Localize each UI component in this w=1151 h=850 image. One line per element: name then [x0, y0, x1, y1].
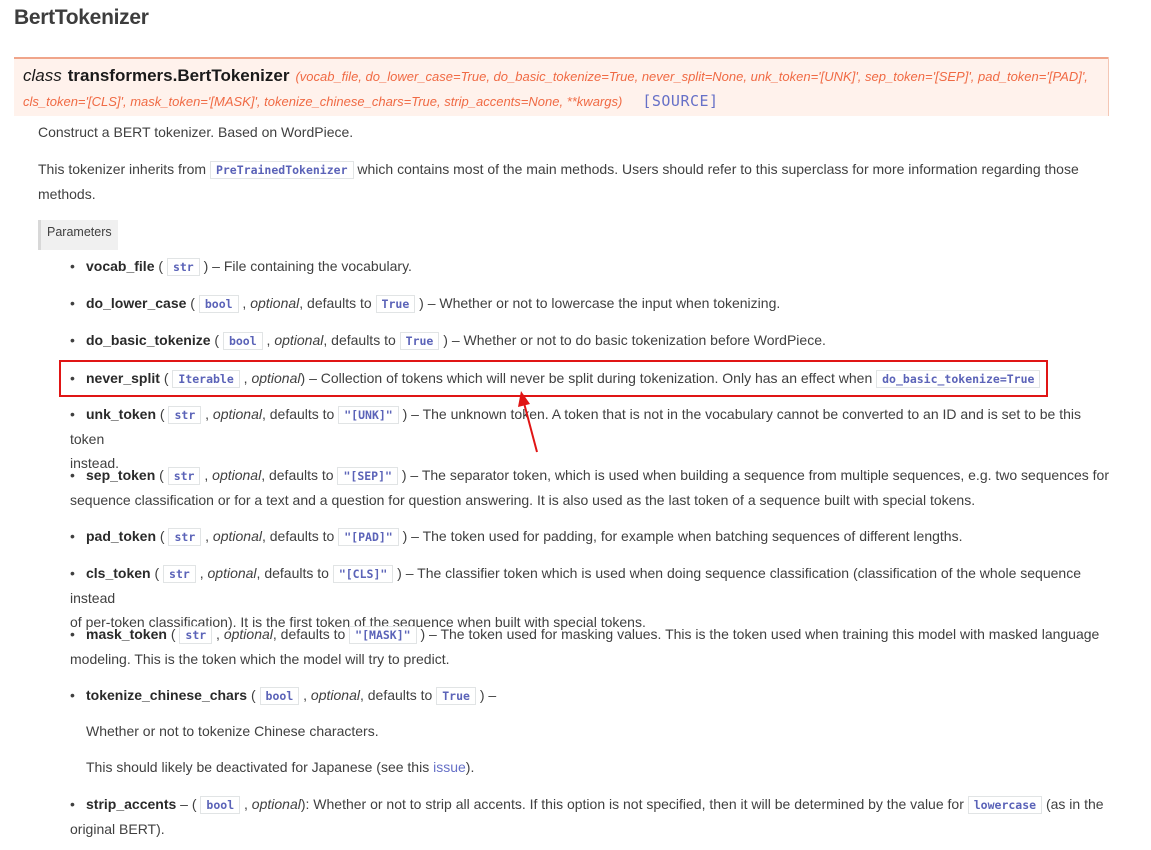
annotation-arrow-icon	[518, 391, 538, 453]
